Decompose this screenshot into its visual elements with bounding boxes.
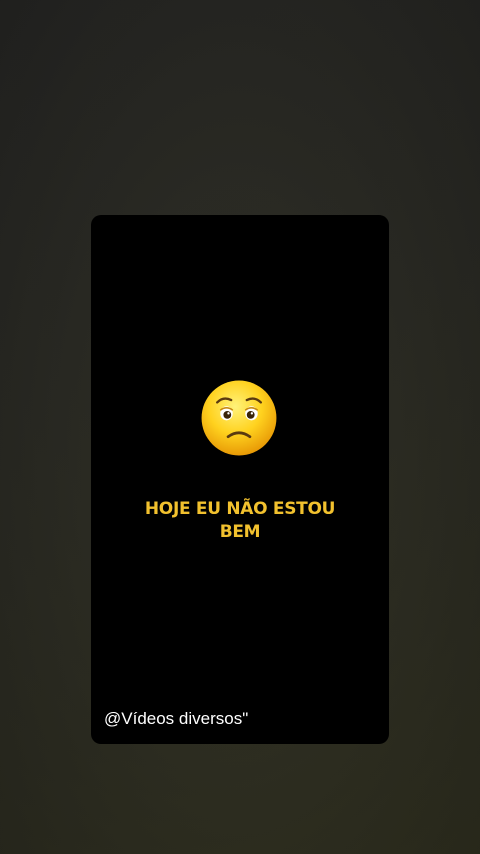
caption-line-1: HOJE EU NÃO ESTOU — [144, 499, 336, 519]
watermark-text: @Vídeos diversos" — [104, 709, 249, 728]
worried-face-icon — [201, 380, 277, 456]
caption-line-2: BEM — [219, 522, 261, 542]
video-frame[interactable]: HOJE EU NÃO ESTOU BEM @Vídeos diversos" — [91, 215, 389, 744]
caption-text: HOJE EU NÃO ESTOU BEM — [91, 498, 389, 544]
